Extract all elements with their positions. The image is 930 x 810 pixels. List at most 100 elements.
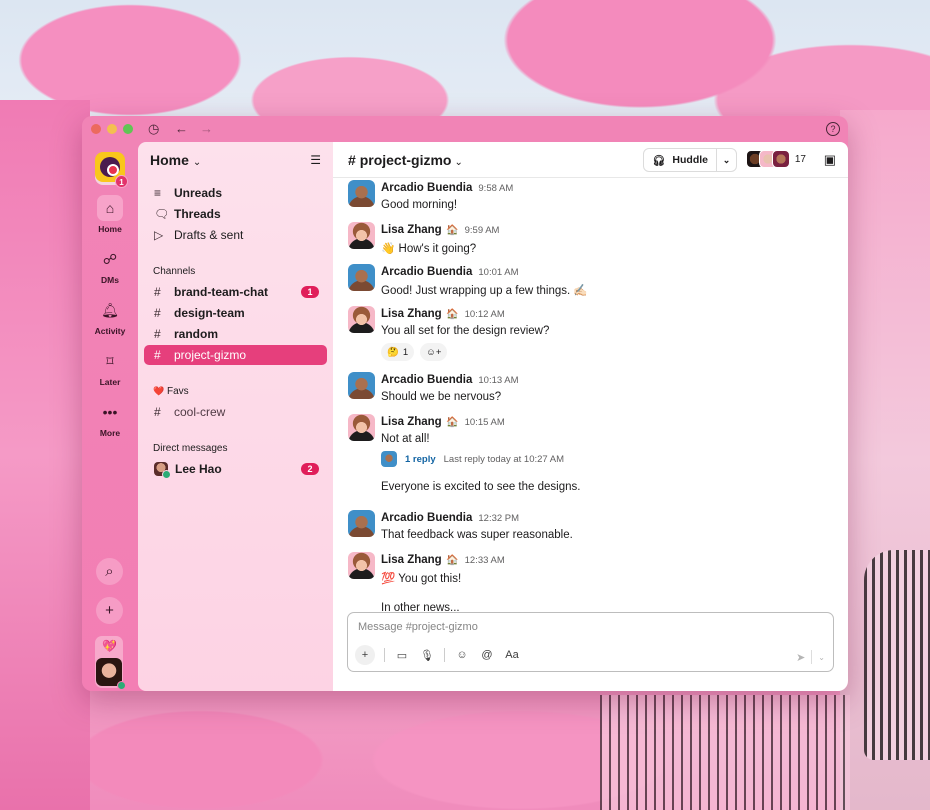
timestamp[interactable]: 10:13 AM — [478, 375, 518, 386]
clock-icon[interactable]: ◷ — [148, 121, 159, 137]
reply-count[interactable]: 1 reply — [405, 454, 436, 465]
channel-name: cool-crew — [174, 405, 226, 419]
timestamp[interactable]: 9:59 AM — [465, 225, 500, 236]
avatar[interactable] — [348, 222, 375, 249]
timestamp[interactable]: 12:32 PM — [478, 513, 519, 524]
workspace-menu[interactable]: Home ⌄ — [150, 152, 201, 168]
nav-label: Drafts & sent — [174, 228, 244, 242]
close-window-button[interactable] — [91, 124, 101, 134]
workspace-rail: 1 ⌂ Home ☍ DMs 🔔︎ Activity ⌑ Later ••• M… — [82, 142, 138, 691]
sidebar-item-threads[interactable]: 🗨︎ Threads — [144, 204, 327, 224]
message-text: Everyone is excited to see the designs. — [381, 481, 581, 493]
timestamp[interactable]: 10:01 AM — [478, 267, 518, 278]
avatar[interactable] — [348, 510, 375, 537]
rail-item-dms[interactable]: ☍ DMs — [82, 246, 138, 285]
emoji-icon[interactable]: ☺ — [454, 649, 470, 661]
arrow-left-icon[interactable]: ← — [175, 121, 188, 137]
help-icon[interactable]: ? — [826, 122, 840, 136]
avatar[interactable] — [348, 306, 375, 333]
hash-icon: # — [154, 348, 161, 362]
home-icon: ⌂ — [97, 195, 123, 221]
message[interactable]: Lisa Zhang 🏠 10:12 AM You all set for the … — [348, 304, 833, 361]
timestamp[interactable]: 9:58 AM — [478, 183, 513, 194]
avatar[interactable] — [348, 372, 375, 399]
add-button[interactable]: + — [96, 597, 123, 624]
message-body: Lisa Zhang 🏠 10:12 AM You all set for the … — [381, 304, 833, 361]
message-body: Arcadio Buendia 10:01 AM Good! Just wrappi… — [381, 262, 833, 297]
channel-title-button[interactable]: # project-gizmo ⌄ — [348, 152, 463, 168]
presence-dot — [117, 681, 126, 690]
timestamp[interactable]: 10:15 AM — [465, 417, 505, 428]
message[interactable]: Lisa Zhang 🏠 9:59 AM 👋 How's it going? — [348, 220, 833, 255]
rail-item-home[interactable]: ⌂ Home — [82, 195, 138, 234]
channel-name: design-team — [174, 306, 245, 320]
avatar[interactable] — [348, 180, 375, 207]
author-name[interactable]: Lisa Zhang — [381, 554, 442, 566]
message-input[interactable]: Message #project-gizmo — [358, 621, 478, 633]
zoom-window-button[interactable] — [123, 124, 133, 134]
author-name[interactable]: Arcadio Buendia — [381, 374, 472, 386]
author-name[interactable]: Lisa Zhang — [381, 416, 442, 428]
section-favs[interactable]: ❤️ Favs — [153, 386, 189, 397]
timestamp[interactable]: 12:33 AM — [465, 555, 505, 566]
add-reaction-icon[interactable]: ☺+ — [420, 343, 448, 361]
mention-icon[interactable]: @ — [479, 649, 495, 661]
huddle-options-button[interactable]: ⌄ — [716, 149, 736, 171]
message[interactable]: Arcadio Buendia 12:32 PM That feedback was… — [348, 508, 833, 541]
author-name[interactable]: Arcadio Buendia — [381, 266, 472, 278]
send-icon[interactable]: ➤ — [796, 651, 805, 664]
hash-icon: # — [154, 405, 161, 419]
sidebar-item-unreads[interactable]: ≡ Unreads — [144, 183, 327, 203]
threads-icon: 🗨︎ — [154, 207, 170, 221]
author-name[interactable]: Arcadio Buendia — [381, 182, 472, 194]
section-channels[interactable]: Channels — [153, 266, 195, 277]
message[interactable]: Arcadio Buendia 10:13 AM Should we be nerv… — [348, 370, 833, 403]
rail-item-more[interactable]: ••• More — [82, 399, 138, 438]
canvas-icon[interactable]: ▣ — [824, 152, 836, 168]
video-icon[interactable]: ▭ — [394, 649, 410, 662]
rail-item-activity[interactable]: 🔔︎ Activity — [82, 297, 138, 336]
section-direct-messages[interactable]: Direct messages — [153, 443, 227, 454]
avatar[interactable] — [348, 264, 375, 291]
rail-label: Later — [99, 377, 121, 387]
channel-name: project-gizmo — [174, 348, 247, 362]
divider — [384, 648, 385, 662]
huddle-button[interactable]: 🎧︎ Huddle — [644, 149, 716, 171]
search-button[interactable]: ⌕ — [96, 558, 123, 585]
channel-brand-team-chat[interactable]: # brand-team-chat 1 — [144, 282, 327, 302]
filter-icon[interactable]: ☰ — [310, 153, 321, 167]
format-icon[interactable]: Aa — [504, 649, 520, 661]
channel-cool-crew[interactable]: # cool-crew — [144, 402, 327, 422]
message[interactable]: Lisa Zhang 🏠 12:33 AM 💯 You got this! In ot… — [348, 550, 833, 614]
avatar[interactable] — [348, 552, 375, 579]
minimize-window-button[interactable] — [107, 124, 117, 134]
mic-icon[interactable]: 🎙︎ — [419, 649, 435, 662]
channel-view: # project-gizmo ⌄ 🎧︎ Huddle ⌄ 17 ▣ Arcadio… — [333, 142, 848, 691]
channel-random[interactable]: # random — [144, 324, 327, 344]
nav-label: Unreads — [174, 186, 223, 200]
message-composer[interactable]: Message #project-gizmo + ▭ 🎙︎ ☺ @ Aa ➤ ⌄ — [347, 612, 834, 672]
sidebar-item-drafts[interactable]: ▷ Drafts & sent — [144, 225, 327, 245]
channel-design-team[interactable]: # design-team — [144, 303, 327, 323]
message[interactable]: Lisa Zhang 🏠 10:15 AM Not at all! 1 reply La… — [348, 412, 833, 493]
timestamp[interactable]: 10:12 AM — [465, 309, 505, 320]
message-body: Lisa Zhang 🏠 10:15 AM Not at all! 1 reply La… — [381, 412, 833, 493]
members-button[interactable]: 17 — [745, 150, 806, 168]
chevron-down-icon[interactable]: ⌄ — [818, 653, 825, 662]
channel-project-gizmo[interactable]: # project-gizmo — [144, 345, 327, 365]
author-name[interactable]: Lisa Zhang — [381, 308, 442, 320]
author-name[interactable]: Arcadio Buendia — [381, 512, 472, 524]
avatar[interactable] — [348, 414, 375, 441]
sidebar-title: Home — [150, 152, 189, 168]
reaction-pill[interactable]: 🤔 1 — [381, 343, 415, 361]
thread-summary[interactable]: 1 reply Last reply today at 10:27 AM — [381, 451, 833, 467]
message[interactable]: Arcadio Buendia 10:01 AM Good! Just wrappi… — [348, 262, 833, 297]
message[interactable]: Arcadio Buendia 9:58 AM Good morning! — [348, 178, 833, 211]
arrow-right-icon[interactable]: → — [200, 121, 213, 137]
rail-item-later[interactable]: ⌑ Later — [82, 348, 138, 387]
plus-icon[interactable]: + — [355, 645, 375, 665]
author-name[interactable]: Lisa Zhang — [381, 224, 442, 236]
user-profile-button[interactable]: 💖 — [95, 636, 126, 690]
dm-lee-hao[interactable]: Lee Hao 2 — [144, 459, 327, 479]
rail-label: Activity — [94, 326, 126, 336]
